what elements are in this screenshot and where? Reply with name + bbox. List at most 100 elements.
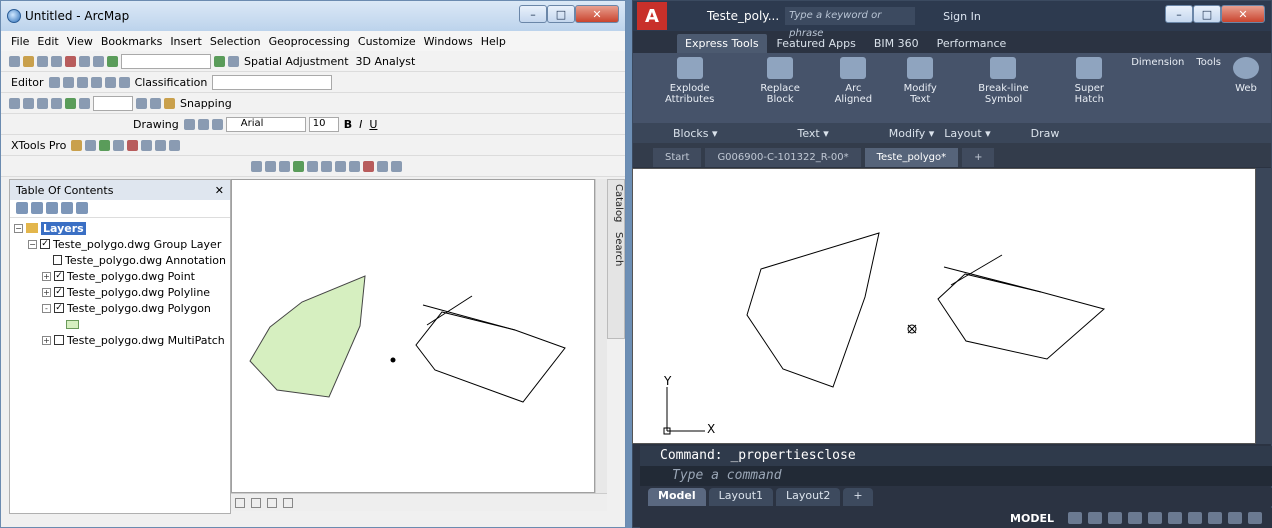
pan-icon[interactable] [279,160,290,172]
autocad-minimize-button[interactable]: – [1165,5,1193,23]
expand-icon[interactable]: + [42,271,51,281]
split-icon[interactable] [104,76,116,88]
xtools-menu[interactable]: XTools Pro [9,139,68,152]
list-by-source-icon[interactable] [31,202,43,214]
catalog-tab[interactable]: Catalog [608,184,624,222]
font-combo[interactable]: Arial [225,116,306,132]
xtools-split-icon[interactable] [155,139,167,151]
autocad-right-panel[interactable] [1256,168,1272,444]
annotation-scale-icon[interactable] [1208,512,1222,524]
map-point-feature[interactable] [390,357,396,363]
modify-text-button[interactable]: Modify Text [887,57,954,105]
lineweight-icon[interactable] [1168,512,1182,524]
panel-layout[interactable]: Layout ▾ [934,127,990,140]
model-space-button[interactable]: MODEL [1010,512,1054,525]
xtools-overlay-icon[interactable] [127,139,139,151]
select-elements-icon[interactable] [183,118,195,130]
snapping-menu[interactable]: Snapping [178,97,234,110]
close-button[interactable]: ✕ [575,5,619,23]
open-icon[interactable] [23,55,34,67]
drawing-canvas[interactable]: Y X [633,169,1257,445]
add-data-icon[interactable] [107,55,118,67]
layer-annotation[interactable]: Teste_polygo.dwg Annotation [14,252,226,268]
list-by-drawing-order-icon[interactable] [16,202,28,214]
minimize-button[interactable]: – [519,5,547,23]
autocad-logo-icon[interactable]: A [637,2,667,30]
layout-icon[interactable] [51,97,62,109]
vertex-icon[interactable] [76,76,88,88]
layer-multipatch-checkbox[interactable] [54,335,64,345]
menu-customize[interactable]: Customize [354,35,420,48]
zoom-in-icon[interactable] [251,160,262,172]
panel-draw[interactable]: Draw [991,127,1060,140]
map-polygon-outline[interactable] [415,311,566,403]
layer-annotation-checkbox[interactable] [52,255,62,265]
xtools-info-icon[interactable] [141,139,153,151]
font-size-combo[interactable]: 10 [308,116,339,132]
new-tab-button[interactable]: + [962,148,995,167]
snap-icon[interactable] [1088,512,1102,524]
xtools-convert-icon[interactable] [113,139,125,151]
georef-icon[interactable] [9,97,20,109]
customize-menu-icon[interactable] [1248,512,1262,524]
collapse-icon[interactable]: - [42,303,51,313]
drawing-menu[interactable]: Drawing [131,118,181,131]
scale-combo[interactable] [121,53,211,69]
catalog-icon[interactable] [228,55,239,67]
xtools-table-icon[interactable] [85,139,97,151]
dimension-button[interactable]: Dimension [1125,57,1190,68]
xy-icon[interactable] [164,97,175,109]
settings-gear-icon[interactable] [1228,512,1242,524]
find-icon[interactable] [136,97,147,109]
super-hatch-button[interactable]: Super Hatch [1053,57,1125,105]
panel-modify[interactable]: Modify ▾ [829,127,934,140]
osnap-icon[interactable] [1148,512,1162,524]
xtools-shape-icon[interactable] [99,139,111,151]
table-icon[interactable] [23,97,34,109]
data-view-button[interactable] [235,497,245,508]
tab-layout2[interactable]: Layout2 [776,488,841,506]
explode-attributes-button[interactable]: Explode Attributes [639,57,740,105]
menu-geoprocessing[interactable]: Geoprocessing [265,35,354,48]
editor-toolbar-icon[interactable] [214,55,225,67]
layer-polyline[interactable]: + ✓ Teste_polygo.dwg Polyline [14,284,226,300]
add-layout-button[interactable]: + [843,488,873,506]
layer-polygon-checkbox[interactable]: ✓ [54,303,64,313]
tab-bim360[interactable]: BIM 360 [866,34,927,53]
text-icon[interactable] [211,118,223,130]
editor-menu[interactable]: Editor [9,76,46,89]
tab-teste-polygo[interactable]: Teste_polygo* [864,148,959,167]
list-by-selection-icon[interactable] [61,202,73,214]
identify-icon[interactable] [79,97,90,109]
layer-multipatch[interactable]: + Teste_polygo.dwg MultiPatch [14,332,226,348]
map-canvas[interactable] [232,180,596,494]
menu-file[interactable]: File [7,35,33,48]
list-by-visibility-icon[interactable] [46,202,58,214]
route-icon[interactable] [150,97,161,109]
tab-express-tools[interactable]: Express Tools [677,34,767,53]
tab-layout1[interactable]: Layout1 [708,488,774,506]
zoom-out-icon[interactable] [265,160,276,172]
cad-polygon-right[interactable] [937,273,1106,360]
new-icon[interactable] [9,55,20,67]
expand-icon[interactable]: + [42,335,51,345]
menu-view[interactable]: View [63,35,97,48]
map-view[interactable] [231,179,595,493]
save-icon[interactable] [37,55,48,67]
classification-combo[interactable] [212,74,333,90]
measure-tool-icon[interactable] [391,160,402,172]
collapse-icon[interactable]: − [28,239,37,249]
group-layer[interactable]: − ✓ Teste_polygo.dwg Group Layer [14,236,226,252]
forward-icon[interactable] [335,160,346,172]
menu-edit[interactable]: Edit [33,35,62,48]
layout-view-button[interactable] [251,497,261,508]
refresh-button[interactable] [267,497,277,508]
copy-icon[interactable] [79,55,90,67]
menu-help[interactable]: Help [477,35,510,48]
tab-drawing-g006900[interactable]: G006900-C-101322_R-00* [705,148,861,167]
classification-menu[interactable]: Classification [133,76,210,89]
expand-icon[interactable]: + [42,287,51,297]
layers-root[interactable]: − Layers [14,220,226,236]
find-tool-icon[interactable] [377,160,388,172]
tab-start[interactable]: Start [653,148,702,167]
